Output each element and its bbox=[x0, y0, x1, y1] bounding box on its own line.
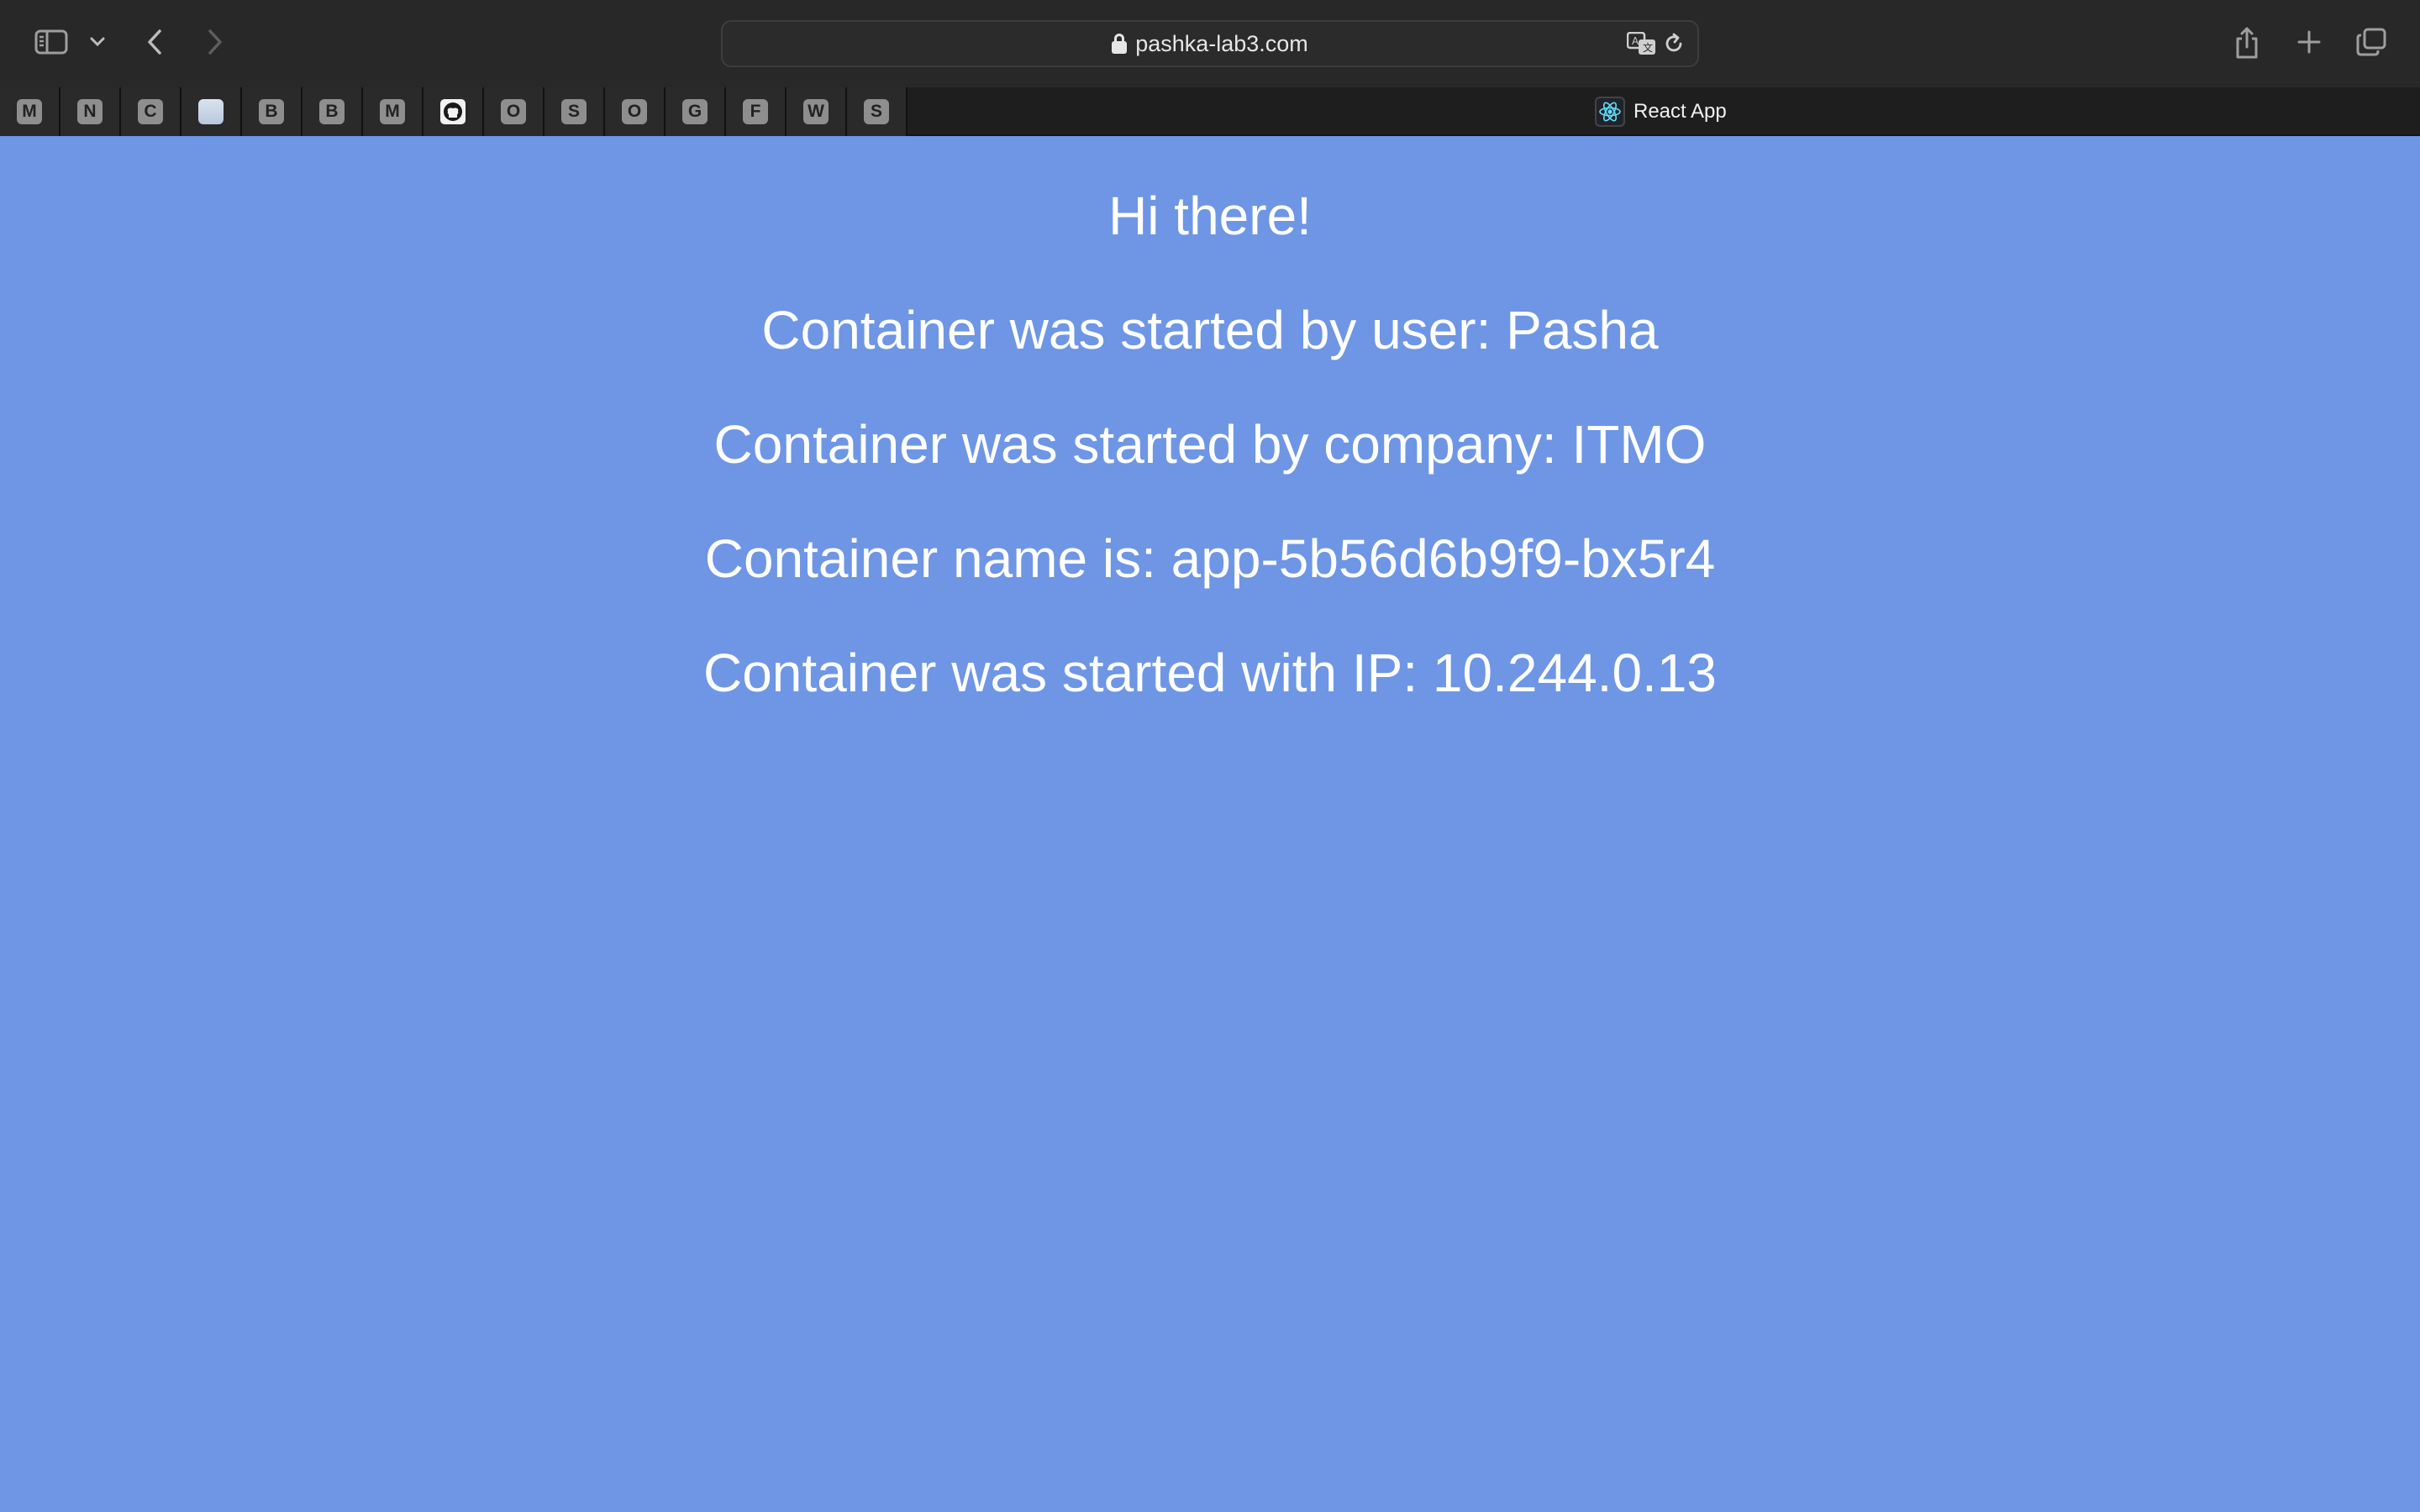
translate-icon[interactable]: A 文 bbox=[1627, 32, 1657, 55]
github-icon bbox=[440, 99, 466, 124]
address-bar[interactable]: pashka-lab3.com A 文 bbox=[721, 20, 1699, 67]
site-image-icon bbox=[198, 99, 224, 124]
tab-react-app[interactable]: React App bbox=[1595, 87, 1727, 136]
favicon-letter: S bbox=[864, 99, 889, 124]
share-button[interactable] bbox=[2230, 24, 2264, 62]
greeting-heading: Hi there! bbox=[1108, 186, 1312, 246]
favicon-letter: G bbox=[682, 99, 708, 124]
pinned-tab[interactable]: M bbox=[363, 87, 424, 136]
pinned-tab[interactable]: W bbox=[786, 87, 847, 136]
pinned-tab[interactable]: M bbox=[0, 87, 60, 136]
favicon-letter: M bbox=[380, 99, 405, 124]
favicon-letter: N bbox=[77, 99, 103, 124]
tab-title: React App bbox=[1634, 100, 1727, 123]
chevron-right-icon bbox=[208, 29, 222, 55]
pinned-tab[interactable]: O bbox=[605, 87, 666, 136]
react-icon bbox=[1595, 97, 1625, 127]
favicon-letter: M bbox=[17, 99, 42, 124]
pinned-tab[interactable] bbox=[182, 87, 242, 136]
tab-group-dropdown[interactable] bbox=[87, 32, 108, 52]
pinned-tab[interactable]: G bbox=[666, 87, 726, 136]
favicon-letter: S bbox=[561, 99, 587, 124]
tab-bar: M N C B B M O S O G F W S React App bbox=[0, 87, 2420, 136]
chevron-left-icon bbox=[148, 29, 161, 55]
tab-overview-icon bbox=[2356, 28, 2386, 56]
page-content: Hi there! Container was started by user:… bbox=[0, 136, 2420, 1512]
pinned-tab[interactable]: C bbox=[121, 87, 182, 136]
pinned-tab[interactable]: B bbox=[302, 87, 363, 136]
container-ip-info: Container was started with IP: 10.244.0.… bbox=[702, 643, 1718, 703]
lock-icon bbox=[1112, 34, 1128, 54]
browser-toolbar: pashka-lab3.com A 文 bbox=[0, 0, 2420, 87]
favicon-letter: C bbox=[138, 99, 163, 124]
pinned-tab[interactable] bbox=[424, 87, 484, 136]
reload-icon[interactable] bbox=[1662, 32, 1686, 55]
sidebar-icon bbox=[34, 29, 68, 55]
favicon-letter: O bbox=[622, 99, 647, 124]
plus-icon bbox=[2297, 30, 2321, 54]
pinned-tab[interactable]: N bbox=[60, 87, 121, 136]
share-icon bbox=[2236, 27, 2258, 59]
company-info: Container was started by company: ITMO bbox=[713, 414, 1707, 475]
favicon-letter: F bbox=[743, 99, 768, 124]
pinned-tab[interactable]: F bbox=[726, 87, 786, 136]
pinned-tab[interactable]: S bbox=[544, 87, 605, 136]
favicon-letter: B bbox=[319, 99, 345, 124]
forward-button[interactable] bbox=[198, 24, 232, 60]
favicon-letter: W bbox=[803, 99, 829, 124]
chevron-down-icon bbox=[90, 37, 105, 47]
favicon-letter: B bbox=[259, 99, 284, 124]
tab-overview-button[interactable] bbox=[2354, 25, 2388, 59]
pinned-tabs: M N C B B M O S O G F W S bbox=[0, 87, 908, 136]
new-tab-button[interactable] bbox=[2292, 25, 2326, 59]
svg-text:A: A bbox=[1632, 35, 1639, 47]
back-button[interactable] bbox=[138, 24, 171, 60]
user-info: Container was started by user: Pasha bbox=[761, 300, 1659, 360]
url-text: pashka-lab3.com bbox=[1135, 30, 1308, 56]
container-name-info: Container name is: app-5b56d6b9f9-bx5r4 bbox=[704, 528, 1716, 589]
pinned-tab[interactable]: O bbox=[484, 87, 544, 136]
svg-text:文: 文 bbox=[1643, 41, 1653, 54]
favicon-letter: O bbox=[501, 99, 526, 124]
pinned-tab[interactable]: S bbox=[847, 87, 908, 136]
pinned-tab[interactable]: B bbox=[242, 87, 302, 136]
sidebar-toggle-button[interactable] bbox=[30, 25, 72, 59]
